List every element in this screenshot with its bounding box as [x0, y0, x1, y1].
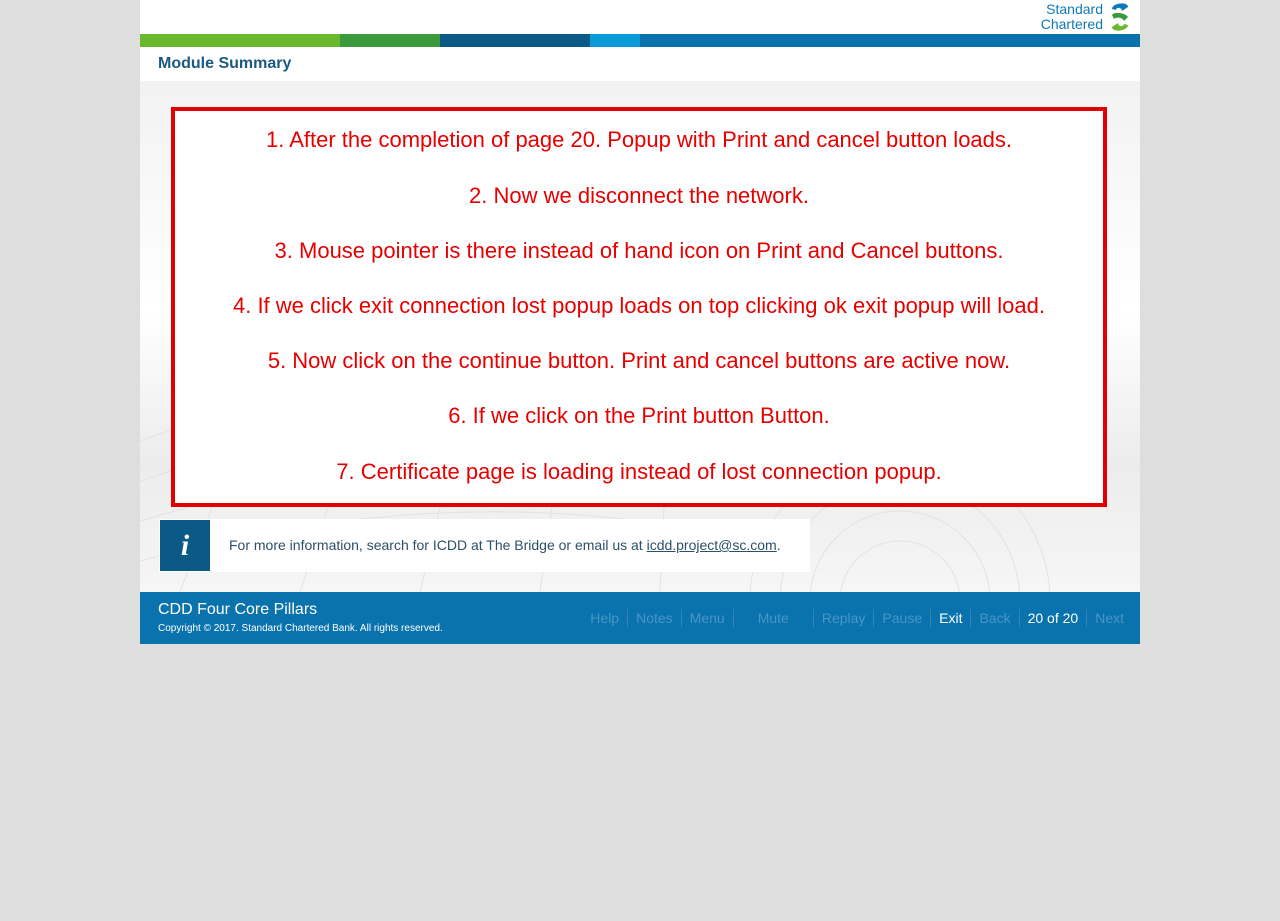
- replay-button[interactable]: Replay: [812, 609, 874, 627]
- back-button[interactable]: Back: [970, 609, 1018, 627]
- copyright: Copyright © 2017. Standard Chartered Ban…: [158, 623, 443, 634]
- note-line: 1. After the completion of page 20. Popu…: [265, 127, 1013, 152]
- note-line: 6. If we click on the Print button Butto…: [448, 403, 830, 428]
- note-line: 5. Now click on the continue button. Pri…: [267, 348, 1011, 373]
- logo-line-2: Chartered: [1040, 16, 1103, 32]
- email-link[interactable]: icdd.project@sc.com: [647, 537, 777, 553]
- note-line: 7. Certificate page is loading instead o…: [336, 459, 942, 484]
- help-button[interactable]: Help: [582, 609, 627, 627]
- standard-chartered-logo: Standard Chartered: [1041, 0, 1132, 34]
- menu-button[interactable]: Menu: [680, 609, 733, 627]
- logo-line-1: Standard: [1046, 1, 1103, 17]
- note-line: 2. Now we disconnect the network.: [469, 183, 809, 208]
- notes-button[interactable]: Notes: [627, 609, 681, 627]
- content-area: 1. After the completion of page 20. Popu…: [140, 81, 1140, 592]
- module-title-bar: Module Summary: [140, 47, 1140, 81]
- mute-button[interactable]: Mute: [732, 609, 813, 627]
- next-button[interactable]: Next: [1086, 609, 1132, 627]
- info-icon: i: [160, 520, 210, 571]
- page-counter: 20 of 20: [1018, 609, 1087, 627]
- exit-button[interactable]: Exit: [930, 609, 970, 627]
- brand-color-bar: [140, 34, 1140, 47]
- course-player: Standard Chartered Module Summary 1. Aft…: [140, 0, 1140, 644]
- course-title: CDD Four Core Pillars: [158, 601, 318, 618]
- pause-button[interactable]: Pause: [873, 609, 930, 627]
- info-text-after: .: [776, 537, 781, 553]
- notes-box: 1. After the completion of page 20. Popu…: [171, 107, 1107, 507]
- info-text-before: For more information, search for ICDD at…: [229, 537, 647, 553]
- note-line: 4. If we click exit connection lost popu…: [232, 293, 1045, 318]
- top-header: Standard Chartered: [140, 0, 1140, 34]
- logo-text: Standard Chartered: [1041, 2, 1103, 32]
- player-nav: Help Notes Menu Mute Replay Pause Exit B…: [582, 592, 1132, 644]
- info-box: i For more information, search for ICDD …: [159, 519, 810, 572]
- footer-bar: CDD Four Core Pillars Copyright © 2017. …: [140, 592, 1140, 644]
- page-title: Module Summary: [158, 55, 292, 72]
- info-text: For more information, search for ICDD at…: [229, 537, 781, 553]
- logo-mark-icon: [1112, 3, 1128, 31]
- note-line: 3. Mouse pointer is there instead of han…: [274, 238, 1004, 263]
